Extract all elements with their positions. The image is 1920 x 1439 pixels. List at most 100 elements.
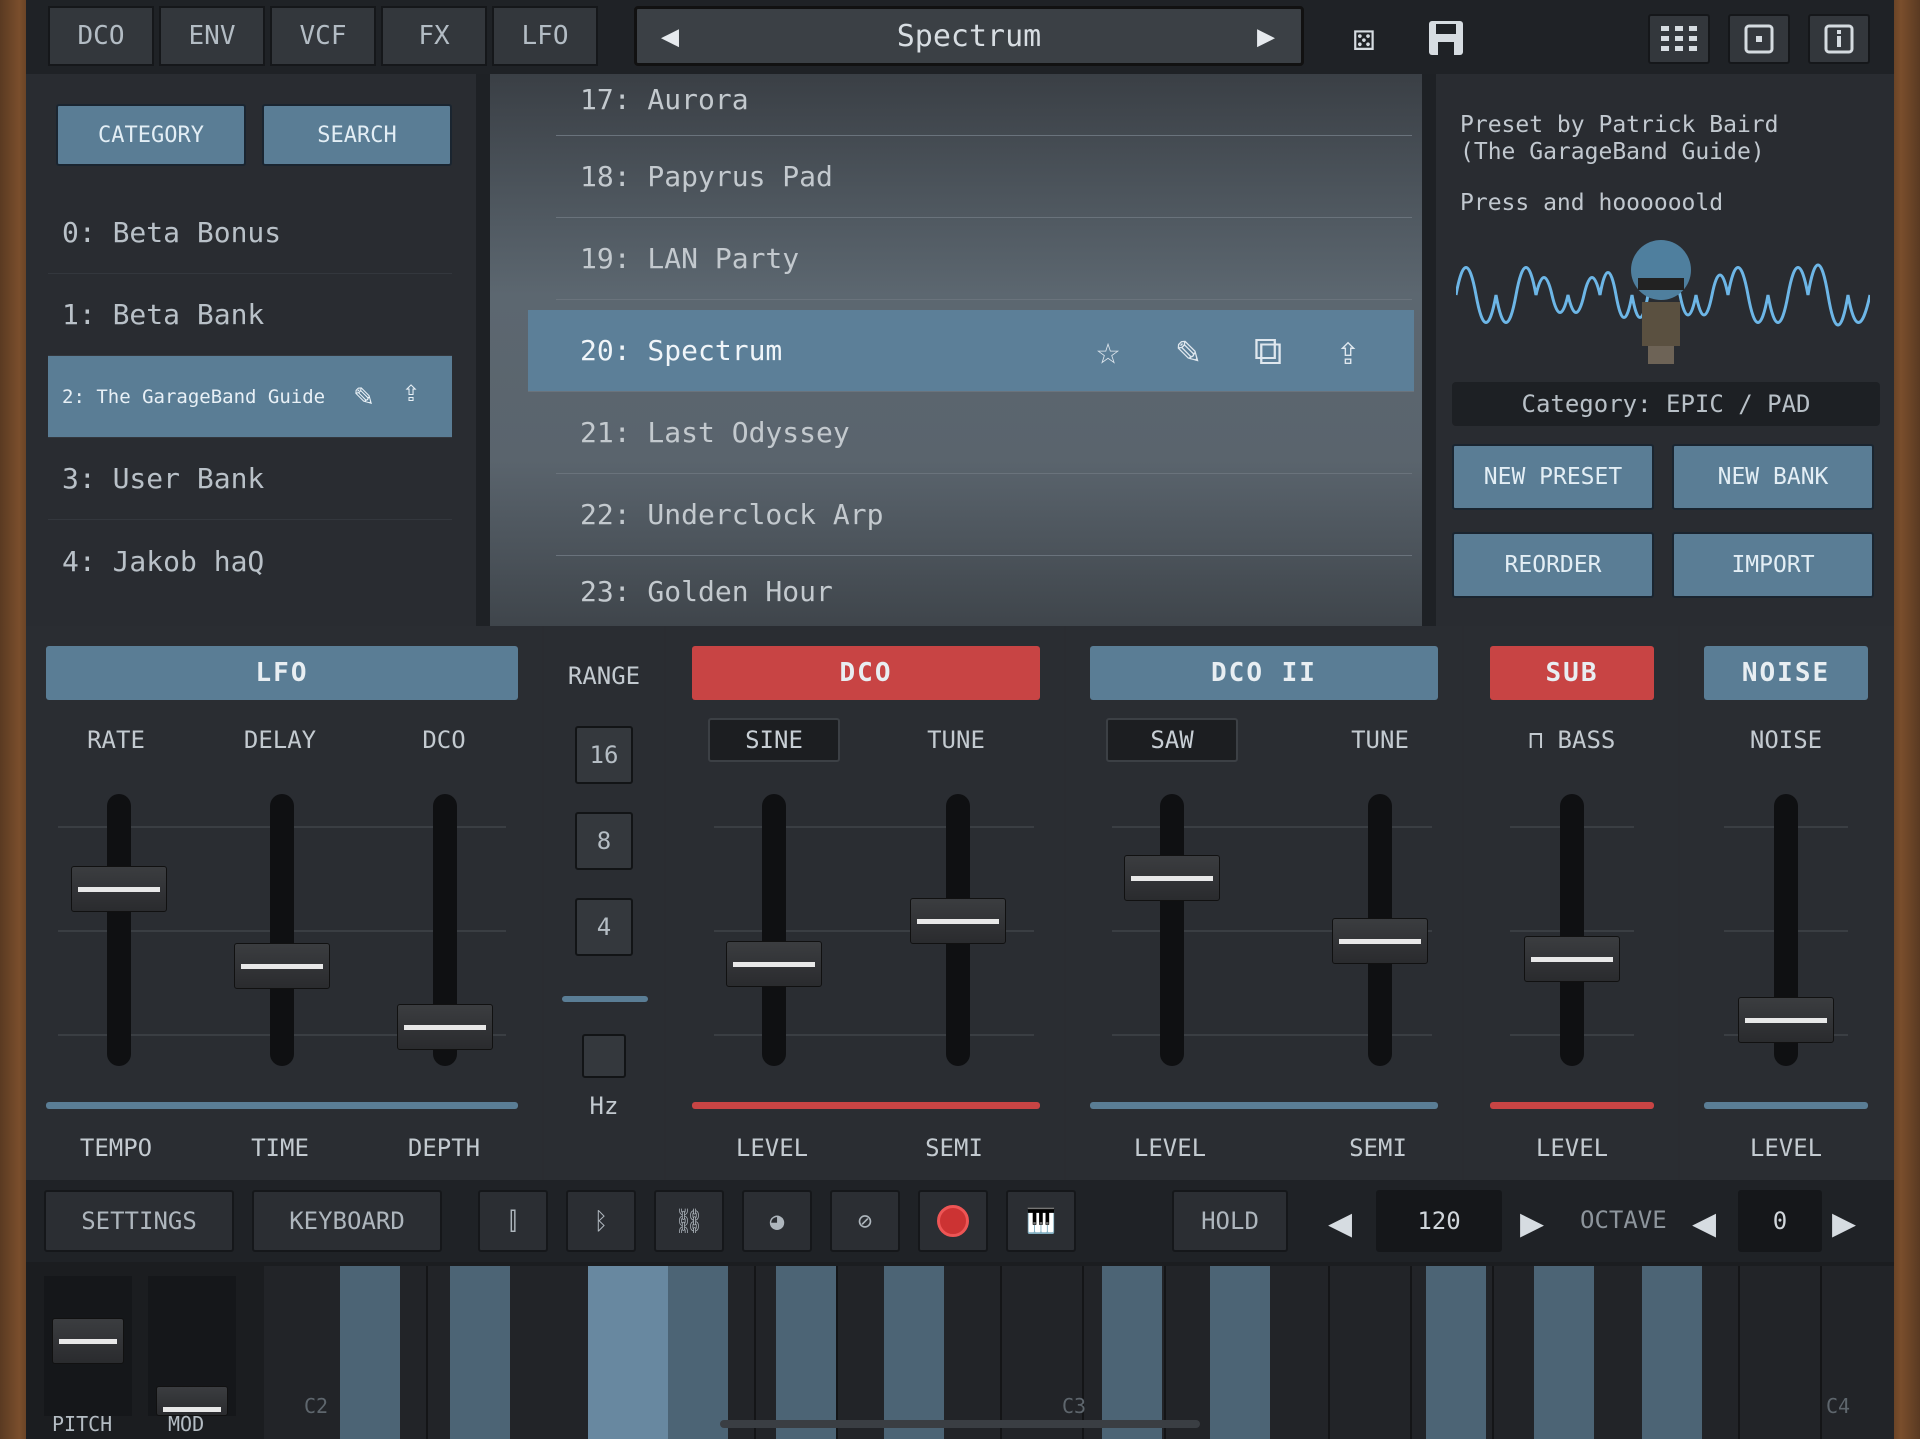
prev-preset-icon[interactable]: ◀ [640,6,700,66]
dice-icon[interactable]: ⚄ [1336,10,1392,66]
link-icon[interactable]: ⛓ [654,1190,724,1252]
preset-item[interactable]: 18: Papyrus Pad [556,136,1412,218]
palette-icon[interactable]: ◕ [742,1190,812,1252]
hz-toggle[interactable] [582,1034,626,1078]
black-key[interactable] [1534,1266,1594,1439]
mod-wheel[interactable] [148,1276,236,1416]
next-preset-icon[interactable]: ▶ [1236,6,1296,66]
bank-item[interactable]: 1: Beta Bank [48,274,452,356]
bottom-toolbar: SETTINGS KEYBOARD ⫿ ᛒ ⛓ ◕ ⊘ 🎹 HOLD ◀ 120… [26,1180,1894,1262]
import-button[interactable]: IMPORT [1672,532,1874,598]
preset-item[interactable]: 21: Last Odyssey [556,392,1412,474]
author-line: Preset by Patrick Baird [1460,112,1779,138]
dco-header[interactable]: DCO [692,646,1040,700]
white-key[interactable] [510,1266,592,1439]
dco-level-track [762,794,786,1066]
tab-env[interactable]: ENV [159,6,265,66]
keyboard-button[interactable]: KEYBOARD [252,1190,442,1252]
noise-level-slider[interactable] [1738,997,1834,1044]
lfo-header[interactable]: LFO [46,646,518,700]
preset-list: 17: Aurora 18: Papyrus Pad 19: LAN Party… [476,74,1436,626]
lfo-rate-slider[interactable] [71,866,167,913]
black-key[interactable] [668,1266,728,1439]
black-key[interactable] [1642,1266,1702,1439]
dco2-level-slider[interactable] [1124,855,1220,902]
tempo-value[interactable]: 120 [1376,1190,1502,1252]
piano-icon[interactable]: 🎹 [1006,1190,1076,1252]
star-icon[interactable]: ☆ [1078,310,1138,392]
black-key[interactable] [1426,1266,1486,1439]
lfo-delay-slider[interactable] [234,943,330,990]
octave-up-icon[interactable]: ▶ [1832,1200,1856,1246]
preset-item[interactable]: 22: Underclock Arp [556,474,1412,556]
share-icon[interactable]: ⇪ [1318,310,1378,392]
dco2-semi-label: SEMI [1349,1134,1407,1162]
dco2-semi-slider[interactable] [1332,918,1428,965]
save-icon[interactable] [1418,10,1474,66]
black-key-highlighted[interactable] [588,1266,668,1439]
preset-item[interactable]: 19: LAN Party [556,218,1412,300]
tab-vcf[interactable]: VCF [270,6,376,66]
range-16-button[interactable]: 16 [575,726,633,784]
bank-item[interactable]: 3: User Bank [48,438,452,520]
dco2-header[interactable]: DCO II [1090,646,1438,700]
grid-icon[interactable] [1648,14,1710,64]
note-label-c2: C2 [304,1394,329,1418]
duplicate-icon[interactable]: ⧉ [1238,310,1298,392]
black-key[interactable] [776,1266,836,1439]
range-4-button[interactable]: 4 [575,898,633,956]
octave-down-icon[interactable]: ◀ [1692,1200,1716,1246]
dco2-wave-button[interactable]: SAW [1106,718,1238,762]
new-preset-button[interactable]: NEW PRESET [1452,444,1654,510]
octave-value[interactable]: 0 [1738,1190,1822,1252]
range-8-button[interactable]: 8 [575,812,633,870]
sub-level-slider[interactable] [1524,936,1620,983]
noise-accent-bar [1704,1102,1868,1109]
bank-item[interactable]: 0: Beta Bonus [48,192,452,274]
black-key[interactable] [340,1266,400,1439]
mixer-icon[interactable]: ⫿ [478,1190,548,1252]
black-key[interactable] [450,1266,510,1439]
tempo-up-icon[interactable]: ▶ [1520,1200,1544,1246]
lfo-depth-slider[interactable] [397,1004,493,1051]
settings-button[interactable]: SETTINGS [44,1190,234,1252]
white-key[interactable] [1330,1266,1412,1439]
bluetooth-icon[interactable]: ᛒ [566,1190,636,1252]
preset-selector[interactable]: Spectrum [634,6,1304,66]
tab-lfo[interactable]: LFO [492,6,598,66]
preset-item-selected[interactable]: 20: Spectrum ☆ ✎ ⧉ ⇪ [528,310,1414,392]
black-key[interactable] [1102,1266,1162,1439]
pitch-wheel-handle[interactable] [52,1318,124,1364]
mute-icon[interactable]: ⊘ [830,1190,900,1252]
black-key[interactable] [884,1266,944,1439]
reorder-button[interactable]: REORDER [1452,532,1654,598]
search-button[interactable]: SEARCH [262,104,452,166]
window-icon[interactable] [1728,14,1790,64]
edit-icon[interactable]: ✎ [354,376,373,414]
tab-dco[interactable]: DCO [48,6,154,66]
white-key[interactable] [1740,1266,1822,1439]
preset-item[interactable]: 23: Golden Hour [556,556,1412,626]
tab-fx[interactable]: FX [381,6,487,66]
dco-tune-slider[interactable] [910,897,1006,944]
new-bank-button[interactable]: NEW BANK [1672,444,1874,510]
pitch-wheel[interactable] [44,1276,132,1416]
record-icon[interactable] [918,1190,988,1252]
dco2-tune-label: TUNE [1351,726,1409,754]
edit-icon[interactable]: ✎ [1158,310,1218,392]
bank-item[interactable]: 4: Jakob haQ [48,520,452,602]
bank-item-selected[interactable]: 2: The GarageBand Guide ✎ ⇪ [48,356,452,438]
dco-level-slider[interactable] [726,940,822,987]
info-icon[interactable] [1808,14,1870,64]
black-key[interactable] [1210,1266,1270,1439]
dco-wave-button[interactable]: SINE [708,718,840,762]
preset-item[interactable]: 17: Aurora [556,64,1412,136]
hold-button[interactable]: HOLD [1172,1190,1288,1252]
tempo-down-icon[interactable]: ◀ [1328,1200,1352,1246]
keyboard-scrollbar[interactable] [720,1420,1200,1428]
sub-accent-bar [1490,1102,1654,1109]
sub-header[interactable]: SUB [1490,646,1654,700]
noise-header[interactable]: NOISE [1704,646,1868,700]
category-button[interactable]: CATEGORY [56,104,246,166]
share-icon[interactable]: ⇪ [402,374,420,409]
